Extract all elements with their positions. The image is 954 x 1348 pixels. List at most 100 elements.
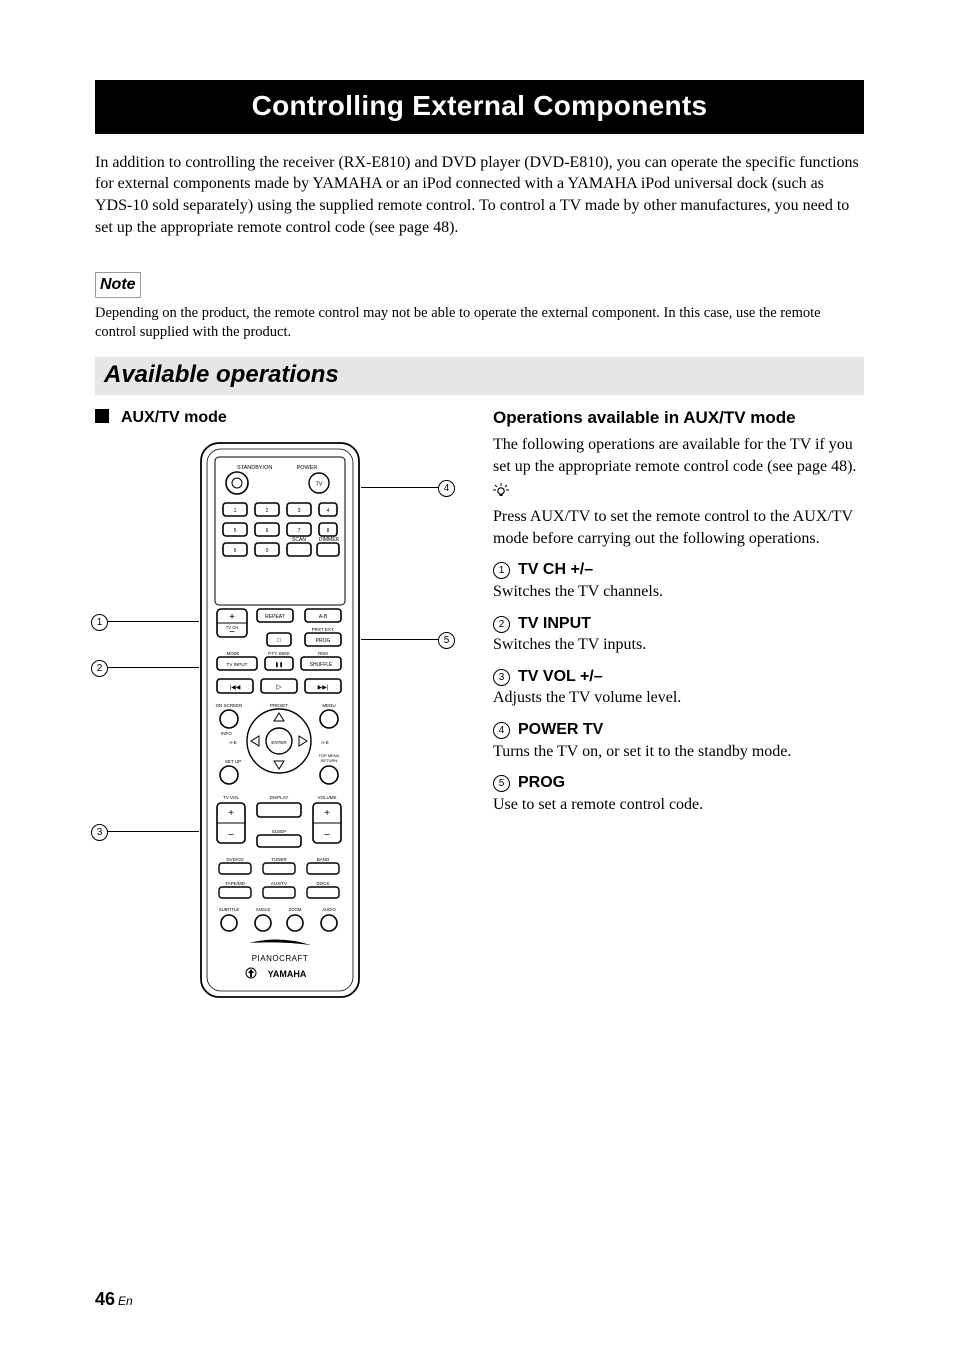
callout-3: 3 bbox=[91, 823, 108, 841]
svg-text:TV CH: TV CH bbox=[226, 625, 239, 630]
ops-label: TV VOL +/– bbox=[518, 668, 603, 685]
svg-text:MENU: MENU bbox=[322, 703, 335, 708]
svg-text:SHUFFLE: SHUFFLE bbox=[310, 662, 333, 668]
ops-desc: Use to set a remote control code. bbox=[493, 796, 703, 813]
svg-text:+: + bbox=[229, 612, 235, 623]
ops-label: POWER TV bbox=[518, 721, 603, 738]
tip-icon bbox=[493, 483, 864, 504]
svg-text:DVD/CD: DVD/CD bbox=[226, 857, 244, 862]
svg-text:SCAN: SCAN bbox=[292, 537, 306, 543]
ops-desc: Turns the TV on, or set it to the standb… bbox=[493, 743, 791, 760]
page: Controlling External Components In addit… bbox=[0, 0, 954, 1348]
svg-text:5: 5 bbox=[234, 528, 237, 534]
ops-num: 4 bbox=[493, 722, 510, 739]
mode-heading: AUX/TV mode bbox=[95, 407, 465, 429]
svg-text:PROG: PROG bbox=[316, 638, 331, 644]
note-label: Note bbox=[95, 272, 141, 298]
callout-line bbox=[361, 487, 439, 488]
svg-text:DISPLAY: DISPLAY bbox=[270, 795, 289, 800]
svg-text:MODE: MODE bbox=[227, 651, 240, 656]
right-column: Operations available in AUX/TV mode The … bbox=[493, 407, 864, 1001]
svg-text:+: + bbox=[324, 808, 330, 819]
svg-text:VOLUME: VOLUME bbox=[317, 795, 336, 800]
left-column: AUX/TV mode 1 2 3 4 5 bbox=[95, 407, 465, 1001]
svg-text:−: − bbox=[228, 830, 234, 841]
ops-desc: Adjusts the TV volume level. bbox=[493, 689, 681, 706]
svg-text:REPEAT: REPEAT bbox=[265, 614, 285, 620]
svg-text:TUNER: TUNER bbox=[271, 857, 287, 862]
svg-text:PRST EXT.: PRST EXT. bbox=[312, 627, 335, 632]
svg-text:TAPE/MD: TAPE/MD bbox=[225, 881, 245, 886]
callout-2: 2 bbox=[91, 659, 108, 677]
callout-line bbox=[107, 621, 199, 622]
svg-text:YAMAHA: YAMAHA bbox=[268, 969, 307, 979]
ops-num: 1 bbox=[493, 562, 510, 579]
svg-text:PRESET: PRESET bbox=[270, 703, 288, 708]
callout-4: 4 bbox=[438, 479, 455, 497]
intro-paragraph: In addition to controlling the receiver … bbox=[95, 152, 864, 238]
svg-text:▶▶|: ▶▶| bbox=[318, 685, 329, 691]
callout-line bbox=[107, 667, 199, 668]
svg-text:SUBTITLE: SUBTITLE bbox=[219, 907, 240, 912]
svg-text:RDM: RDM bbox=[318, 651, 328, 656]
ops-item-1: 1 TV CH +/– Switches the TV channels. bbox=[493, 559, 864, 602]
svg-text:1: 1 bbox=[234, 508, 237, 514]
svg-text:6: 6 bbox=[266, 528, 269, 534]
label-power: POWER bbox=[297, 465, 318, 471]
note-text: Depending on the product, the remote con… bbox=[95, 304, 864, 343]
ops-intro: The following operations are available f… bbox=[493, 434, 864, 477]
ops-label: TV INPUT bbox=[518, 615, 591, 632]
svg-text:A-B: A-B bbox=[319, 614, 328, 620]
ops-label: TV CH +/– bbox=[518, 561, 593, 578]
ops-item-3: 3 TV VOL +/– Adjusts the TV volume level… bbox=[493, 666, 864, 709]
ops-num: 5 bbox=[493, 775, 510, 792]
svg-text:SLEEP: SLEEP bbox=[272, 829, 287, 834]
svg-text:ANGLE: ANGLE bbox=[256, 907, 271, 912]
svg-text:8: 8 bbox=[327, 528, 330, 534]
svg-text:□: □ bbox=[277, 638, 281, 644]
section-heading: Available operations bbox=[95, 357, 864, 395]
svg-text:PIANOCRAFT: PIANOCRAFT bbox=[252, 954, 309, 963]
svg-text:|◀◀: |◀◀ bbox=[230, 685, 241, 691]
ops-heading: Operations available in AUX/TV mode bbox=[493, 407, 864, 430]
svg-text:−: − bbox=[324, 830, 330, 841]
ops-num: 2 bbox=[493, 616, 510, 633]
remote-svg: STANDBY/ON POWER TV 1234 5678 bbox=[195, 441, 365, 1001]
svg-text:7: 7 bbox=[298, 528, 301, 534]
ops-item-2: 2 TV INPUT Switches the TV inputs. bbox=[493, 613, 864, 656]
svg-text:9: 9 bbox=[234, 548, 237, 554]
svg-text:SET UP: SET UP bbox=[225, 759, 241, 764]
svg-text:INFO: INFO bbox=[221, 731, 232, 736]
page-number: 46En bbox=[95, 1287, 133, 1312]
ops-desc: Switches the TV inputs. bbox=[493, 636, 646, 653]
svg-text:DIMMER: DIMMER bbox=[319, 537, 340, 543]
svg-text:A-E: A-E bbox=[229, 740, 237, 745]
ops-desc: Switches the TV channels. bbox=[493, 583, 663, 600]
svg-text:BAND: BAND bbox=[317, 857, 330, 862]
svg-text:4: 4 bbox=[327, 508, 330, 514]
svg-text:DOCK: DOCK bbox=[316, 881, 329, 886]
page-number-value: 46 bbox=[95, 1289, 115, 1309]
svg-text:TV VOL: TV VOL bbox=[223, 795, 240, 800]
ops-item-5: 5 PROG Use to set a remote control code. bbox=[493, 772, 864, 815]
svg-text:A-E: A-E bbox=[321, 740, 329, 745]
mode-heading-text: AUX/TV mode bbox=[121, 409, 227, 426]
svg-text:AUDIO: AUDIO bbox=[322, 907, 336, 912]
svg-text:+: + bbox=[228, 808, 234, 819]
page-title: Controlling External Components bbox=[95, 80, 864, 134]
label-standby: STANDBY/ON bbox=[237, 465, 272, 471]
svg-text:AUX/TV: AUX/TV bbox=[271, 881, 287, 886]
square-bullet-icon bbox=[95, 409, 109, 423]
svg-text:▷: ▷ bbox=[276, 684, 282, 691]
columns: AUX/TV mode 1 2 3 4 5 bbox=[95, 407, 864, 1001]
svg-text:3: 3 bbox=[298, 508, 301, 514]
callout-line bbox=[361, 639, 439, 640]
ops-label: PROG bbox=[518, 774, 565, 791]
svg-text:RETURN: RETURN bbox=[321, 758, 338, 763]
page-number-lang: En bbox=[118, 1294, 133, 1308]
svg-text:❚❚: ❚❚ bbox=[275, 662, 283, 668]
remote-figure: 1 2 3 4 5 STAND bbox=[95, 441, 465, 1001]
callout-5: 5 bbox=[438, 631, 455, 649]
svg-text:ON SCREEN: ON SCREEN bbox=[216, 703, 243, 708]
svg-text:ZOOM: ZOOM bbox=[289, 907, 302, 912]
